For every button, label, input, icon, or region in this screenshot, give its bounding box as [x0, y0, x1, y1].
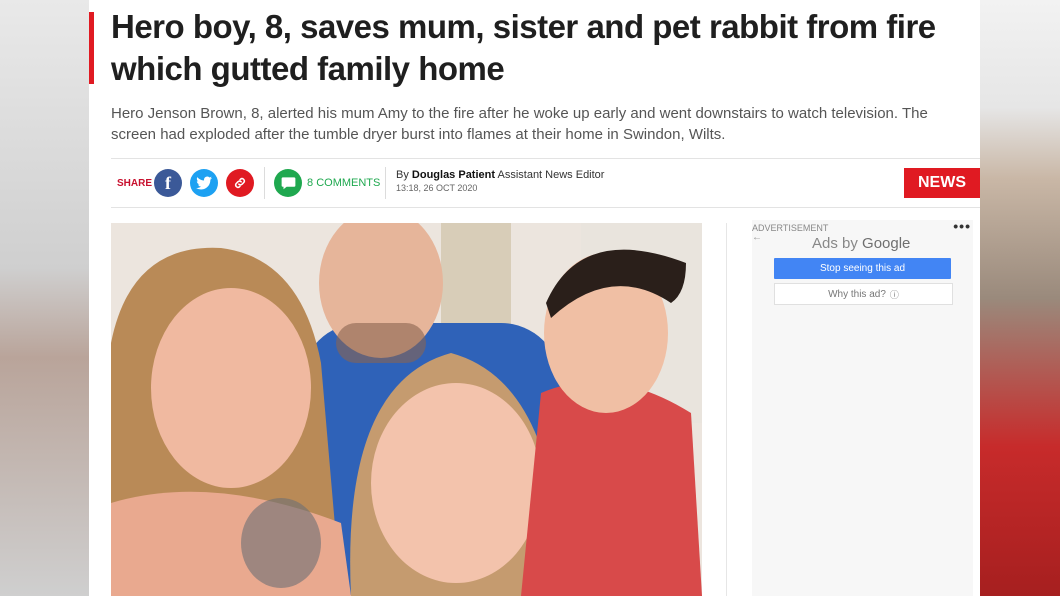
ads-by-google: Ads by Google [812, 235, 910, 252]
article-standfirst: Hero Jenson Brown, 8, alerted his mum Am… [111, 105, 928, 143]
blurred-backdrop-right [978, 0, 1060, 596]
facebook-icon: f [165, 172, 171, 193]
comments-button[interactable] [274, 169, 302, 197]
back-arrow-icon[interactable]: ← [752, 232, 762, 243]
headline-accent-bar [89, 12, 94, 84]
twitter-icon [196, 176, 212, 190]
family-photo [111, 223, 702, 596]
comments-count: 8 [307, 177, 314, 189]
why-this-ad-label: Why this ad? [828, 288, 886, 300]
comments-label: COMMENTS [316, 177, 381, 189]
blurred-backdrop-left [0, 0, 92, 596]
advertisement-slot: ADVERTISEMENT ••• ← Ads by Google Stop s… [752, 218, 973, 596]
twitter-share-button[interactable] [190, 169, 218, 197]
section-badge[interactable]: NEWS [904, 168, 980, 198]
byline-prefix: By [396, 169, 409, 181]
ads-by-label: Ads by [812, 235, 858, 252]
copy-link-button[interactable] [226, 169, 254, 197]
comments-link[interactable]: 8 COMMENTS [307, 177, 380, 189]
author-name[interactable]: Douglas Patient [412, 169, 495, 181]
facebook-share-button[interactable]: f [154, 169, 182, 197]
article-headline: Hero boy, 8, saves mum, sister and pet r… [111, 8, 936, 87]
link-icon [234, 177, 246, 189]
comment-icon [281, 177, 295, 190]
advertisement-label: ADVERTISEMENT [752, 223, 829, 233]
article-meta-row: SHARE f 8 COMMENTS By Douglas Patient As… [111, 158, 980, 208]
article-hero-image [111, 223, 702, 596]
share-label: SHARE [117, 178, 153, 189]
info-icon: ⓘ [889, 289, 899, 300]
meta-divider [385, 167, 386, 199]
publish-timestamp: 13:18, 26 OCT 2020 [396, 183, 478, 193]
meta-divider [264, 167, 265, 199]
byline: By Douglas Patient Assistant News Editor [396, 169, 604, 181]
sidebar-divider [726, 223, 727, 596]
article-page: Hero boy, 8, saves mum, sister and pet r… [89, 0, 980, 596]
stop-seeing-ad-button[interactable]: Stop seeing this ad [774, 258, 951, 279]
more-options-icon[interactable]: ••• [953, 218, 971, 234]
why-this-ad-button[interactable]: Why this ad? ⓘ [774, 283, 953, 305]
google-logo: Google [862, 235, 911, 252]
author-role: Assistant News Editor [497, 169, 605, 181]
